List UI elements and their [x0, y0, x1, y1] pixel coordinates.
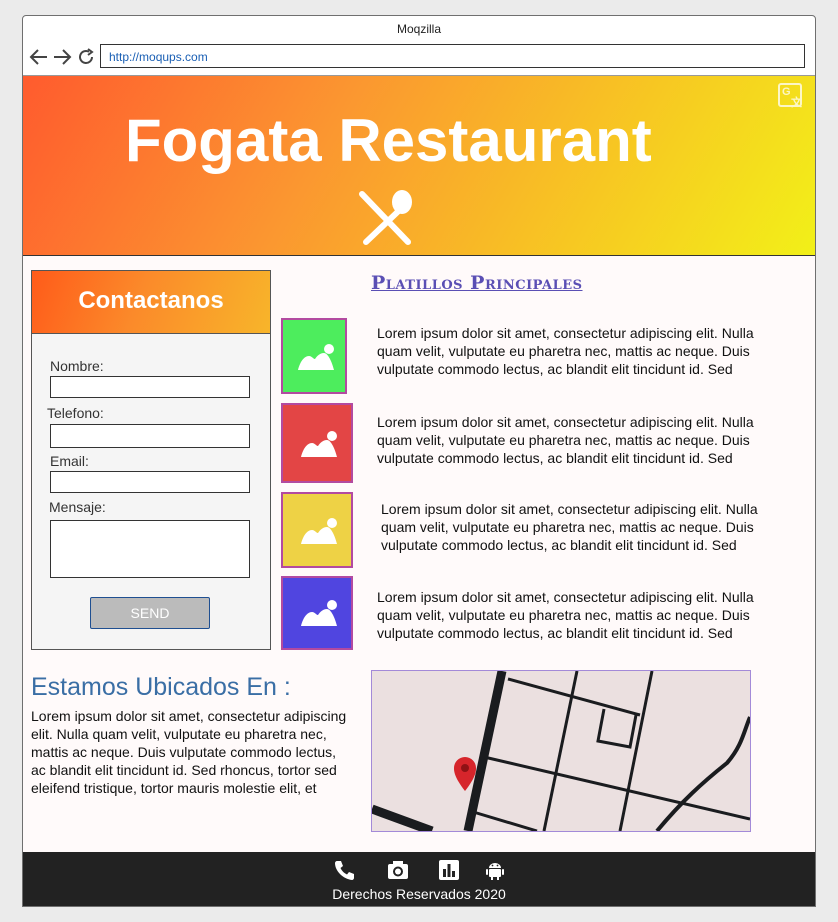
- dish-image-1: [281, 318, 347, 394]
- phone-icon[interactable]: [333, 859, 355, 881]
- dish-image-2: [281, 403, 353, 483]
- image-placeholder-icon: [301, 518, 337, 544]
- reload-icon[interactable]: [76, 47, 96, 67]
- location-title: Estamos Ubicados En :: [31, 673, 291, 701]
- restaurant-title: Fogata Restaurant: [125, 107, 652, 174]
- map-pin-icon: [454, 757, 476, 791]
- phone-label: Telefono:: [47, 405, 104, 421]
- name-label: Nombre:: [50, 358, 104, 374]
- contact-form: Contactanos Nombre: Telefono: Email: Men…: [31, 270, 271, 650]
- email-label: Email:: [50, 453, 89, 469]
- android-icon[interactable]: [484, 859, 506, 881]
- window-title: Moqzilla: [396, 22, 441, 36]
- fork-spoon-icon: [356, 188, 418, 253]
- location-text: Lorem ipsum dolor sit amet, consectetur …: [31, 708, 347, 796]
- contact-title: Contactanos: [32, 271, 270, 334]
- page-content: Fogata Restaurant G 文 Contactanos Nombre…: [23, 75, 815, 853]
- dish-description-4: Lorem ipsum dolor sit amet, consectetur …: [377, 589, 754, 641]
- dish-image-3: [281, 492, 353, 568]
- copyright-text: Derechos Reservados 2020: [332, 886, 506, 902]
- nav-bar: http://moqups.com: [23, 42, 815, 74]
- location-map[interactable]: [371, 670, 751, 832]
- dish-description-3: Lorem ipsum dolor sit amet, consectetur …: [381, 501, 758, 553]
- browser-window: Moqzilla http://moqups.com Fogata Restau…: [22, 15, 816, 907]
- phone-field[interactable]: [50, 424, 250, 448]
- send-button[interactable]: SEND: [90, 597, 210, 629]
- dishes-title: Platillos Principales: [371, 272, 583, 294]
- message-label: Mensaje:: [49, 499, 106, 515]
- dish-image-4: [281, 576, 353, 650]
- email-field[interactable]: [50, 471, 250, 493]
- dish-description-1: Lorem ipsum dolor sit amet, consectetur …: [377, 325, 754, 377]
- dish-description-2: Lorem ipsum dolor sit amet, consectetur …: [377, 414, 754, 466]
- hero-banner: Fogata Restaurant G 文: [23, 76, 815, 256]
- back-arrow-icon[interactable]: [29, 47, 49, 67]
- bar-chart-icon[interactable]: [438, 859, 460, 881]
- name-field[interactable]: [50, 376, 250, 398]
- translate-icon[interactable]: G 文: [778, 83, 802, 109]
- message-field[interactable]: [50, 520, 250, 578]
- image-placeholder-icon: [298, 344, 334, 370]
- forward-arrow-icon[interactable]: [52, 47, 72, 67]
- image-placeholder-icon: [301, 431, 337, 457]
- image-placeholder-icon: [301, 600, 337, 626]
- footer: Derechos Reservados 2020: [23, 852, 815, 906]
- url-bar[interactable]: http://moqups.com: [100, 44, 805, 68]
- camera-icon[interactable]: [387, 859, 409, 881]
